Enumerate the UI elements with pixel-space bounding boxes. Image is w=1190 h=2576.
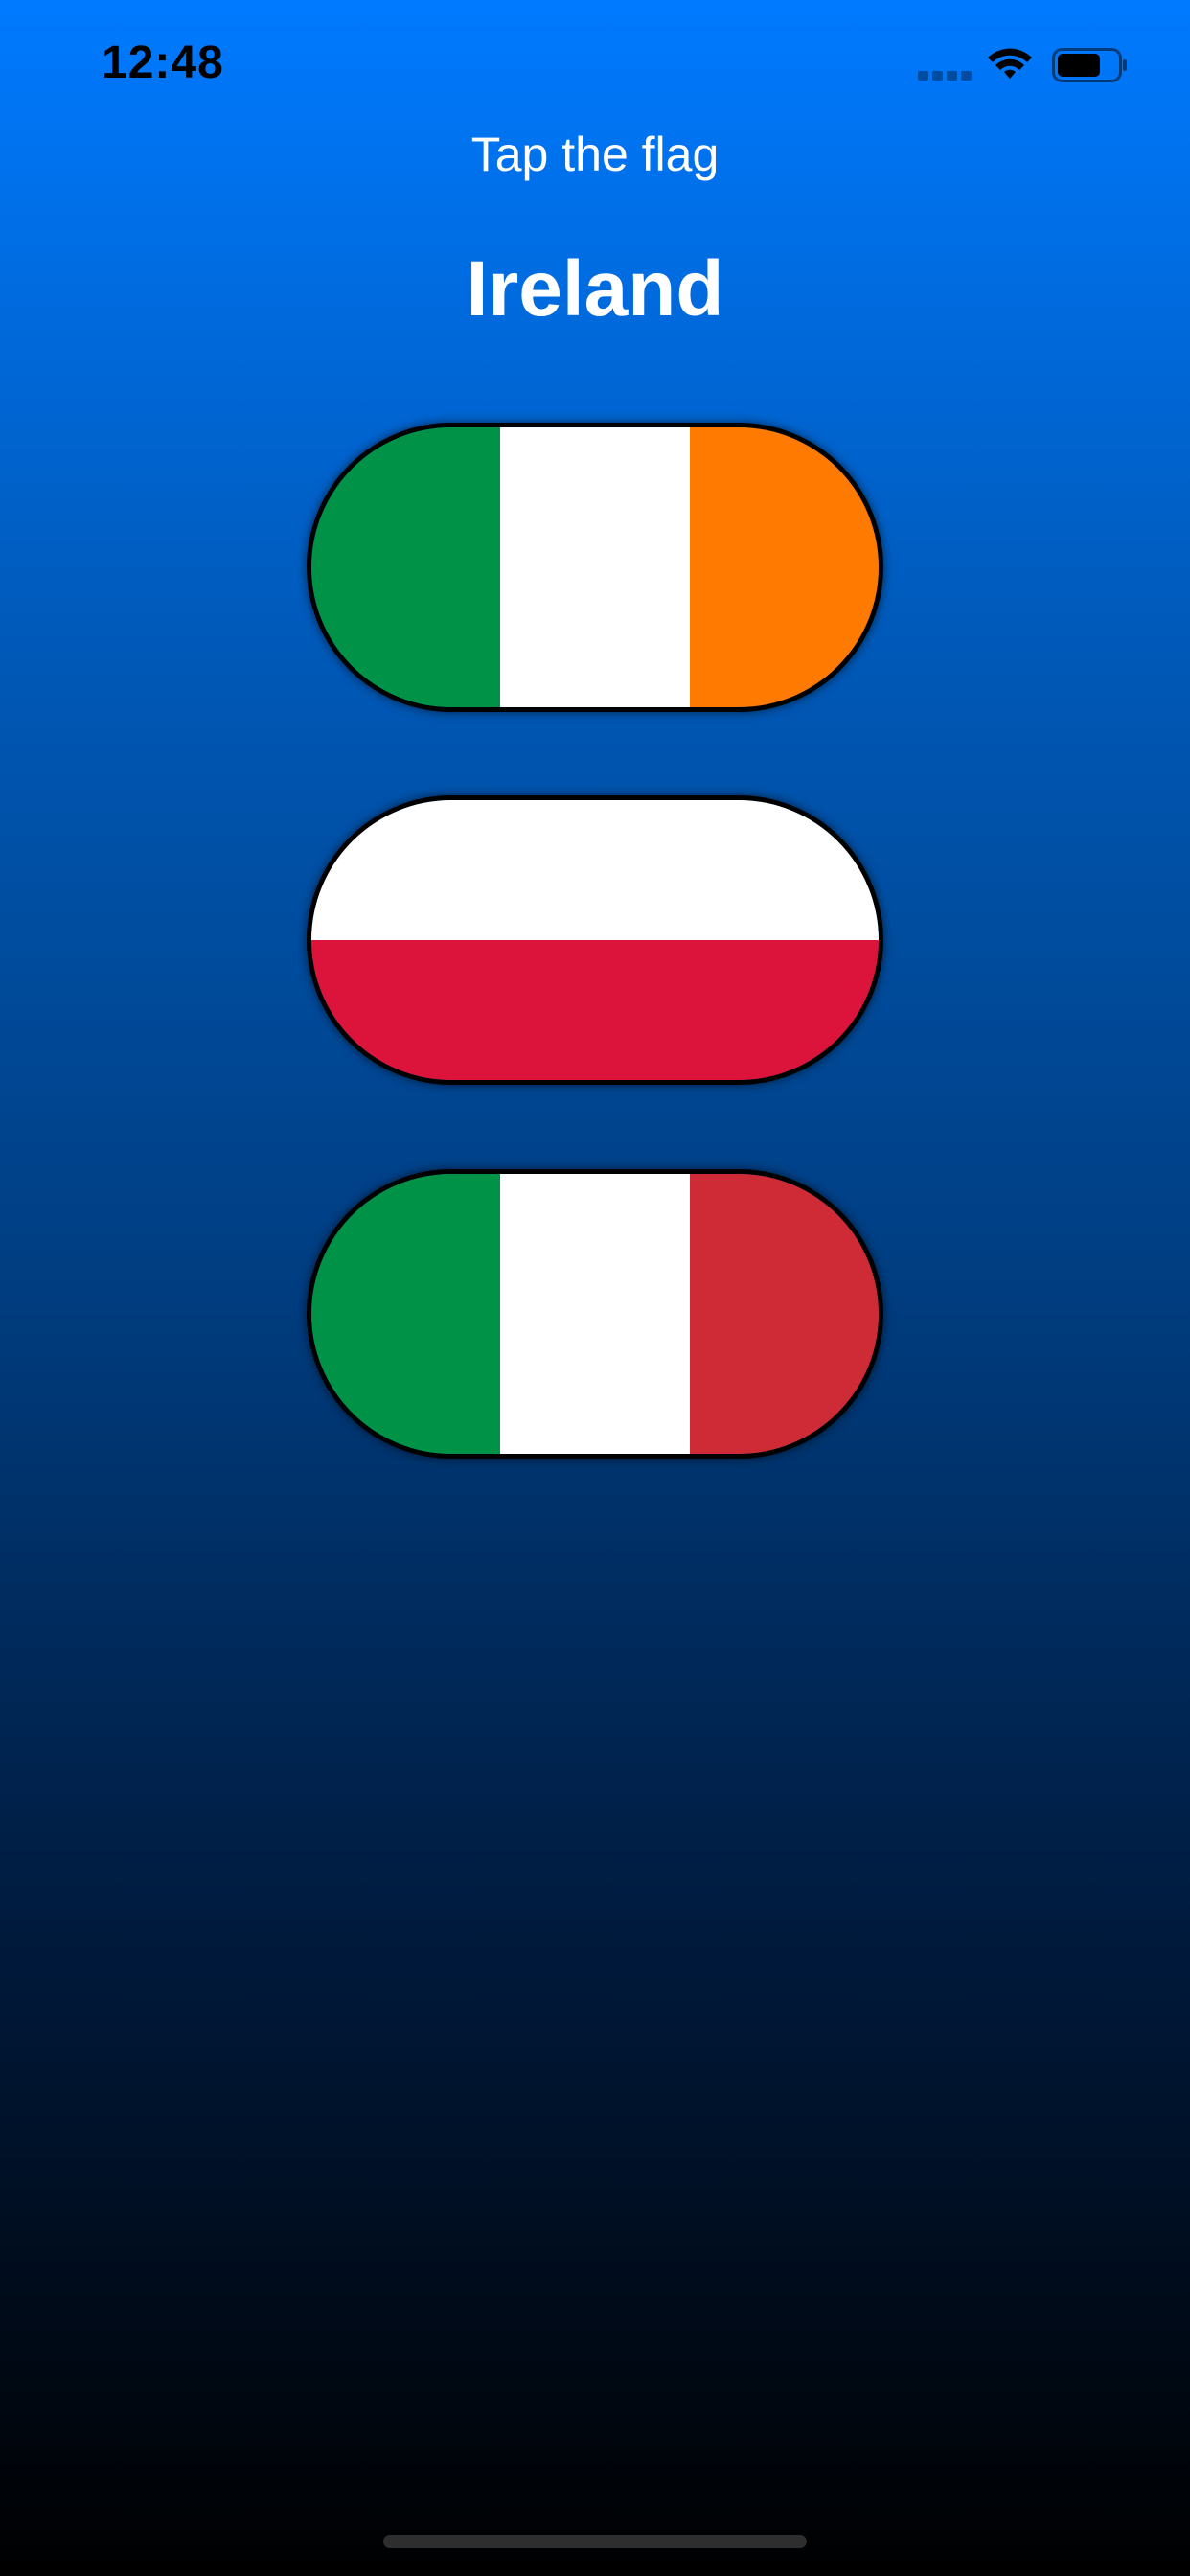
battery-icon — [1052, 48, 1127, 82]
flag-stripe — [311, 940, 879, 1080]
signal-icon — [918, 71, 972, 80]
status-bar: 12:48 — [0, 0, 1190, 126]
wifi-icon — [988, 48, 1032, 79]
flag-stripe — [689, 427, 879, 707]
flag-stripe — [311, 800, 879, 940]
flag-stripe — [689, 1174, 879, 1454]
flag-stripe — [311, 427, 501, 707]
flag-stripe — [500, 427, 690, 707]
flag-stripe — [500, 1174, 690, 1454]
flag-italy-stripes — [311, 1174, 879, 1454]
status-time: 12:48 — [102, 37, 224, 88]
prompt-label: Tap the flag — [470, 127, 720, 181]
flag-ireland-stripes — [311, 427, 879, 707]
home-indicator[interactable] — [383, 2535, 807, 2548]
flag-stripe — [311, 1174, 501, 1454]
flag-button-ireland[interactable] — [307, 423, 883, 712]
flag-button-poland[interactable] — [307, 795, 883, 1085]
flag-poland-stripes — [311, 800, 879, 1080]
country-title: Ireland — [466, 245, 724, 333]
flag-button-italy[interactable] — [307, 1169, 883, 1459]
